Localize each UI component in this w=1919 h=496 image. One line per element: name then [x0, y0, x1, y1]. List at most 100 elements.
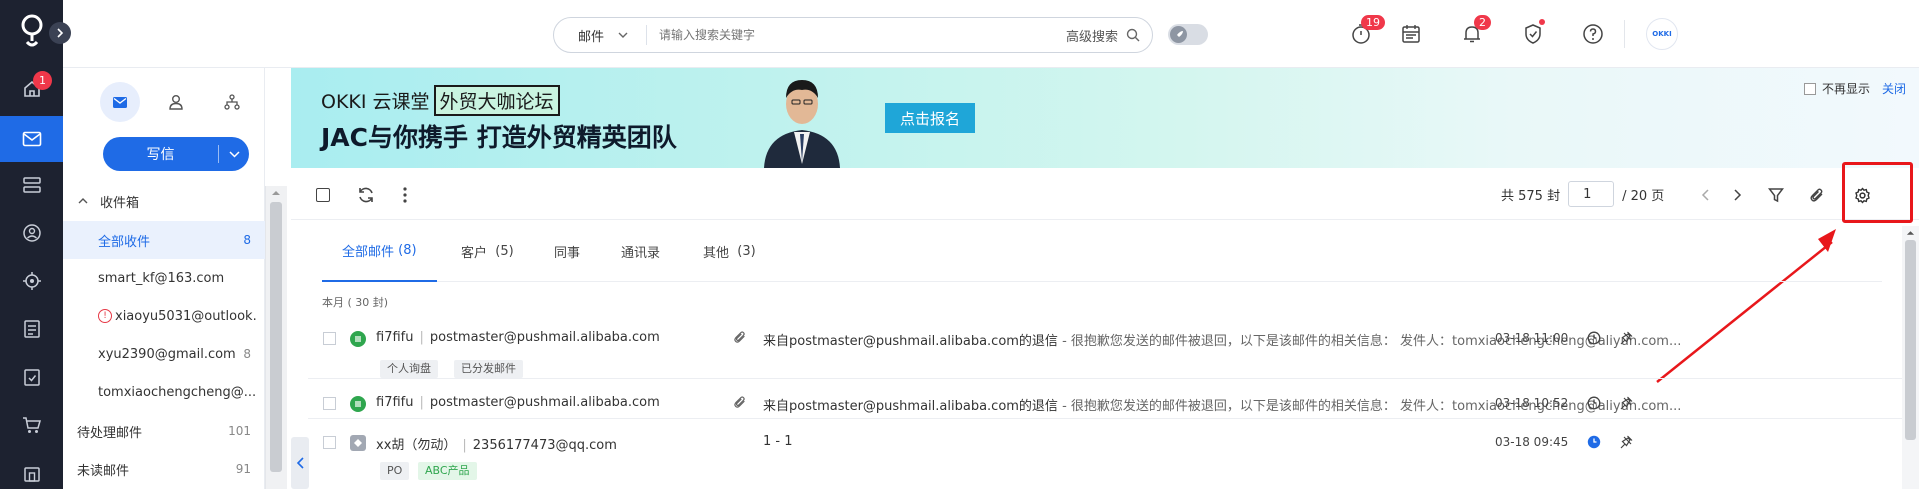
folder-account-aliyun[interactable]: tomxiaochengcheng@... — [63, 373, 265, 411]
checkbox-icon — [316, 188, 330, 202]
calendar-icon — [1402, 25, 1420, 43]
mail-tag[interactable]: PO — [380, 462, 410, 480]
page-input[interactable] — [1568, 181, 1615, 207]
mail-tag[interactable]: 已分发邮件 — [454, 360, 523, 378]
rail-mail[interactable] — [0, 116, 63, 162]
mail-list-scrollbar[interactable] — [1902, 226, 1919, 489]
register-button[interactable]: 点击报名 — [885, 103, 975, 133]
help-button[interactable] — [1579, 20, 1607, 48]
chevron-right-icon — [1734, 189, 1742, 201]
schedule-button[interactable] — [1587, 396, 1601, 410]
rail-tasks[interactable] — [0, 354, 63, 400]
folder-all-inbox[interactable]: 全部收件 8 — [63, 221, 265, 259]
mail-row[interactable]: fi7fifu | postmaster@pushmail.alibaba.com … — [308, 326, 1902, 398]
dont-show-option[interactable]: 不再显示 — [1804, 80, 1870, 97]
paperclip-icon — [734, 396, 745, 408]
tab-all-mail[interactable]: 全部邮件 (8) — [322, 220, 437, 282]
next-page-button[interactable] — [1727, 184, 1749, 206]
mail-list-scroll-thumb[interactable] — [1905, 240, 1916, 440]
tab-address-book[interactable]: 通讯录 — [621, 220, 660, 282]
row-checkbox[interactable] — [323, 332, 336, 345]
attachment-indicator — [733, 395, 747, 409]
rail-pipeline[interactable] — [0, 162, 63, 208]
advanced-search-label: 高级搜索 — [1065, 29, 1118, 45]
folder-account-163[interactable]: smart_kf@163.com — [63, 259, 265, 297]
schedule-button[interactable] — [1587, 331, 1601, 345]
refresh-icon — [359, 187, 373, 203]
rail-target[interactable] — [0, 258, 63, 304]
target-icon — [22, 272, 41, 290]
mail-sender: fi7fifu | postmaster@pushmail.alibaba.com — [376, 395, 660, 410]
scroll-up-icon — [1906, 231, 1915, 235]
advanced-search-button[interactable]: 高级搜索 — [1066, 26, 1152, 45]
more-actions-button[interactable] — [394, 184, 416, 206]
tab-customers[interactable]: 客户 (5) — [461, 220, 514, 282]
sender-email: postmaster@pushmail.alibaba.com — [429, 395, 660, 410]
sender-name: fi7fifu — [376, 395, 414, 410]
folder-account-gmail[interactable]: xyu2390@gmail.com 8 — [63, 335, 265, 373]
calendar-button[interactable] — [1397, 20, 1425, 48]
pin-button[interactable] — [1619, 396, 1633, 410]
mail-tag[interactable]: ABC产品 — [418, 462, 477, 480]
attachment-filter-button[interactable] — [1806, 184, 1828, 206]
subject-text: 1 - 1 — [763, 434, 793, 449]
search-input[interactable] — [647, 28, 1066, 42]
promo-banner: OKKI 云课堂 外贸大咖论坛 JAC与你携手 打造外贸精英团队 点击报名 不再… — [291, 68, 1919, 168]
schedule-button[interactable] — [1587, 435, 1601, 449]
dont-show-checkbox[interactable] — [1804, 82, 1816, 95]
rail-store[interactable] — [0, 450, 63, 496]
rail-cart[interactable] — [0, 402, 63, 448]
speaker-photo — [756, 74, 848, 168]
row-checkbox[interactable] — [323, 436, 336, 449]
folder-inbox-header[interactable]: 收件箱 — [63, 182, 265, 220]
folder-label: xiaoyu5031@outlook. — [115, 308, 257, 324]
folder-account-outlook[interactable]: ! xiaoyu5031@outlook. — [63, 297, 265, 335]
refresh-button[interactable] — [355, 184, 377, 206]
sidebar-tab-mail[interactable] — [100, 82, 140, 122]
compose-button[interactable]: 写信 — [103, 137, 249, 171]
tab-colleagues[interactable]: 同事 — [554, 220, 580, 282]
chevron-right-icon — [57, 28, 64, 38]
mail-tag[interactable]: 个人询盘 — [380, 360, 438, 378]
sidebar-tab-contacts[interactable] — [156, 82, 196, 122]
rail-contacts[interactable] — [0, 210, 63, 256]
rail-home[interactable] — [0, 66, 63, 112]
chevron-left-icon — [296, 457, 304, 469]
pin-button[interactable] — [1619, 435, 1633, 449]
avatar[interactable]: OKKI — [1646, 18, 1678, 50]
banner-close-link[interactable]: 关闭 — [1882, 80, 1906, 97]
mail-row[interactable]: xx胡（勿动） | 2356177473@qq.com 1 - 1 03-18 09… — [308, 430, 1902, 489]
search-type-select[interactable]: 邮件 — [554, 25, 647, 45]
sender-divider: | — [462, 438, 467, 453]
tab-label: 其他 — [703, 245, 730, 261]
expand-rail-button[interactable] — [49, 22, 71, 44]
sidebar-scrollbar[interactable] — [265, 186, 287, 489]
ai-toggle[interactable] — [1168, 24, 1208, 45]
sender-email: 2356177473@qq.com — [472, 438, 617, 453]
folder-pending[interactable]: 待处理邮件 101 — [63, 412, 265, 450]
mail-row[interactable]: fi7fifu | postmaster@pushmail.alibaba.com … — [308, 390, 1902, 420]
collapse-sidebar-button[interactable] — [291, 437, 309, 489]
mail-icon — [113, 96, 127, 108]
mail-sender: xx胡（勿动） | 2356177473@qq.com — [376, 434, 617, 453]
filter-button[interactable] — [1765, 184, 1787, 206]
banner-brand: OKKI 云课堂 — [321, 91, 430, 113]
rail-docs[interactable] — [0, 306, 63, 352]
clock-filled-icon — [1587, 435, 1601, 449]
month-group-header: 本月 ( 30 封) — [322, 296, 389, 309]
total-count: 共 575 封 — [1501, 188, 1561, 204]
mail-date: 03-18 09:45 — [1495, 435, 1569, 449]
customer-icon — [350, 331, 366, 347]
compose-dropdown[interactable] — [219, 150, 249, 158]
sidebar-tab-org[interactable] — [212, 82, 252, 122]
tab-others[interactable]: 其他 (3) — [703, 220, 756, 282]
row-divider — [308, 418, 1902, 419]
paperclip-icon — [734, 331, 745, 343]
select-all-checkbox[interactable] — [312, 184, 334, 206]
pin-button[interactable] — [1619, 331, 1633, 345]
sidebar-scroll-thumb[interactable] — [270, 202, 282, 472]
prev-page-button[interactable] — [1694, 184, 1716, 206]
folder-unread[interactable]: 未读邮件 91 — [63, 450, 265, 488]
tab-label: 全部邮件 — [342, 244, 395, 260]
row-checkbox[interactable] — [323, 397, 336, 410]
